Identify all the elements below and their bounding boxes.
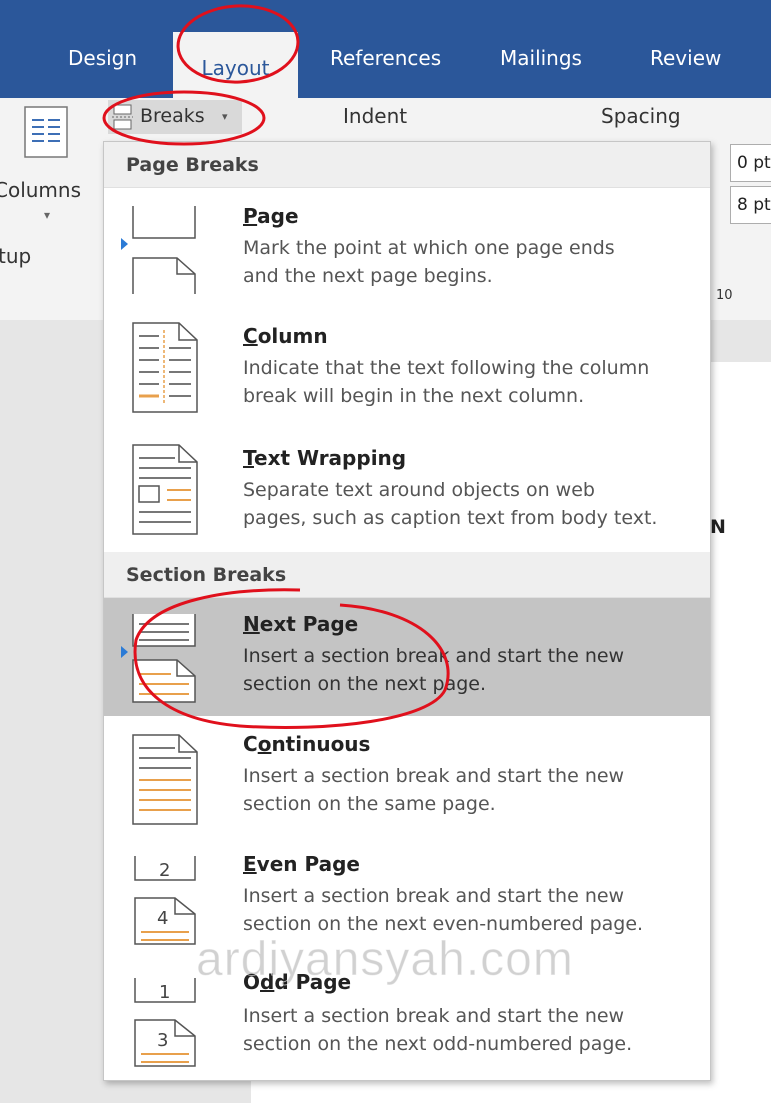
menu-item-description: Indicate that the text following the col… [243,357,650,407]
tab-references[interactable]: References [330,46,441,70]
columns-label: Columns [0,178,82,202]
menu-item-title: Column [243,324,328,348]
ruler-mark: 10 [716,288,733,303]
menu-item-title: Text Wrapping [243,446,407,470]
page-break-icon [132,206,196,294]
indent-label: Indent [343,104,408,128]
breaks-button[interactable]: Breaks ▾ [108,100,242,134]
menu-item-description: Insert a section break and start the new… [243,1005,633,1055]
menu-item-description: Insert a section break and start the new… [243,885,644,935]
menu-item-description: Insert a section break and start the new… [243,765,625,815]
menu-item-description: Insert a section break and start the new… [243,645,625,695]
pointer-icon [121,238,128,250]
svg-text:1: 1 [159,982,170,1003]
pointer-icon [121,646,128,658]
menu-item-title: Continuous [243,732,371,756]
document-text-fragment: N [710,516,726,538]
tab-review[interactable]: Review [650,46,721,70]
section-breaks-header: Section Breaks [104,552,710,598]
watermark-text: ardiyansyah.com [196,933,574,987]
menu-item-page[interactable]: Page Mark the point at which one page en… [104,190,710,310]
svg-text:2: 2 [159,860,170,881]
menu-item-column[interactable]: Column Indicate that the text following … [104,312,710,422]
menu-item-description: Mark the point at which one page ends and… [243,237,615,287]
breaks-icon [112,104,133,130]
next-page-icon [132,614,196,703]
menu-item-continuous[interactable]: Continuous Insert a section break and st… [104,724,710,834]
menu-item-title: Page [243,204,299,228]
breaks-label: Breaks [140,105,205,127]
group-label-page-setup: tup [0,244,32,268]
text-wrapping-icon [132,444,198,535]
menu-item-next-page[interactable]: Next Page Insert a section break and sta… [104,598,710,716]
spacing-after-input[interactable]: 8 pt [730,186,771,224]
svg-text:3: 3 [157,1030,168,1051]
spacing-label: Spacing [601,104,681,128]
menu-item-title: Even Page [243,852,360,876]
spacing-before-input[interactable]: 0 pt [730,144,771,182]
tab-mailings[interactable]: Mailings [500,46,582,70]
page-breaks-header: Page Breaks [104,142,710,188]
tab-layout[interactable]: Layout [173,32,298,98]
columns-button[interactable]: Columns ▾ [0,98,100,238]
column-break-icon [132,322,198,413]
menu-item-title: Next Page [243,612,359,636]
chevron-down-icon: ▾ [222,110,228,123]
menu-item-description: Separate text around objects on web pages… [243,479,658,529]
ribbon-tab-bar: Design Layout References Mailings Review [0,0,771,98]
chevron-down-icon: ▾ [44,208,51,222]
even-page-icon: 2 4 [134,856,196,945]
odd-page-icon: 1 3 [134,978,196,1067]
continuous-icon [132,734,198,825]
menu-item-text-wrapping[interactable]: Text Wrapping Separate text around objec… [104,432,710,550]
columns-icon [24,106,68,158]
tab-design[interactable]: Design [68,46,137,70]
svg-text:4: 4 [157,908,168,929]
